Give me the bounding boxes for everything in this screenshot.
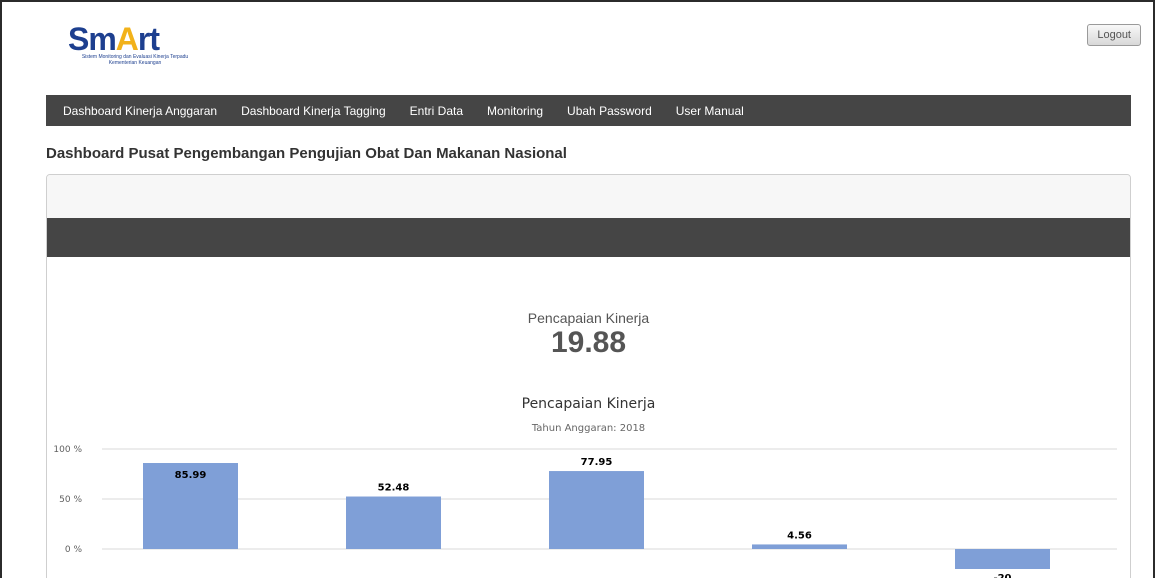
logo-wordmark: SmArt (68, 20, 160, 58)
dashboard-panel: Pencapaian Kinerja 19.88 Pencapaian Kine… (46, 174, 1131, 578)
bar-value-label-0: 85.99 (175, 470, 207, 481)
chart-subtitle: Tahun Anggaran: 2018 (531, 423, 646, 434)
bar-value-label-1: 52.48 (378, 483, 410, 494)
nav-item-ubah-password[interactable]: Ubah Password (558, 104, 661, 118)
y-tick-label-0: 100 % (53, 445, 82, 455)
nav-item-dashboard-kinerja-tagging[interactable]: Dashboard Kinerja Tagging (232, 104, 395, 118)
chart-title: Pencapaian Kinerja (521, 396, 656, 412)
panel-header (47, 175, 1130, 218)
nav-item-user-manual[interactable]: User Manual (667, 104, 753, 118)
nav-item-entri-data[interactable]: Entri Data (401, 104, 472, 118)
kpi-label: Pencapaian Kinerja (527, 310, 650, 326)
nav-item-monitoring[interactable]: Monitoring (478, 104, 552, 118)
main-navbar: Dashboard Kinerja Anggaran Dashboard Kin… (46, 95, 1131, 126)
logout-button[interactable]: Logout (1087, 24, 1141, 46)
page-title: Dashboard Pusat Pengembangan Pengujian O… (46, 145, 567, 162)
nav-item-dashboard-kinerja-anggaran[interactable]: Dashboard Kinerja Anggaran (54, 104, 226, 118)
bar-4[interactable] (955, 549, 1050, 569)
bar-1[interactable] (346, 496, 441, 549)
bar-value-label-2: 77.95 (581, 457, 613, 468)
y-tick-label-1: 50 % (59, 495, 82, 505)
bar-2[interactable] (549, 471, 644, 549)
browser-frame: SmArt Sistem Monitoring dan Evaluasi Kin… (0, 0, 1155, 578)
logo-text-sm: Sm (68, 21, 117, 57)
performance-bar-chart: 100 % 50 % 0 % 85.99 52.48 77.95 4.56 -20 (53, 445, 1117, 578)
logo-text-rt: rt (137, 21, 160, 57)
bar-value-label-3: 4.56 (787, 530, 812, 541)
logo-subtitle: Sistem Monitoring dan Evaluasi Kinerja T… (60, 54, 210, 66)
smart-logo[interactable]: SmArt Sistem Monitoring dan Evaluasi Kin… (60, 20, 220, 70)
logo-text-a: A (115, 21, 139, 57)
bar-3[interactable] (752, 544, 847, 549)
panel-dark-band (47, 218, 1130, 257)
bar-value-label-4: -20 (993, 573, 1011, 578)
kpi-value: 19.88 (550, 326, 627, 359)
y-tick-label-2: 0 % (65, 545, 83, 555)
logo-subtitle-line2: Kementerian Keuangan (108, 60, 162, 66)
